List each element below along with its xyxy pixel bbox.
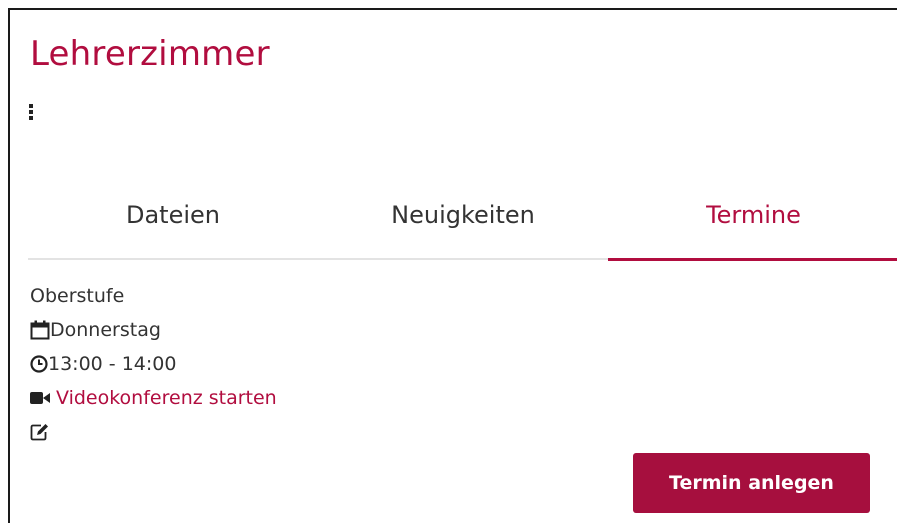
- more-options-icon[interactable]: [28, 104, 36, 124]
- tab-termine[interactable]: Termine: [608, 170, 897, 260]
- clock-icon: [30, 355, 48, 373]
- tab-neuigkeiten[interactable]: Neuigkeiten: [318, 170, 608, 260]
- active-tab-indicator: [608, 258, 897, 261]
- event-day: Donnerstag: [50, 319, 161, 341]
- edit-icon[interactable]: [30, 423, 50, 441]
- video-conference-link[interactable]: Videokonferenz starten: [56, 387, 277, 409]
- page-title: Lehrerzimmer: [30, 34, 270, 74]
- create-appointment-button[interactable]: Termin anlegen: [633, 453, 870, 513]
- tab-dateien[interactable]: Dateien: [28, 170, 318, 260]
- panel: Lehrerzimmer Dateien Neuigkeiten Termine…: [8, 8, 897, 523]
- tab-bar: Dateien Neuigkeiten Termine: [28, 170, 897, 262]
- event-entry: Oberstufe Donnerstag 13:00 - 14:00 Video…: [30, 279, 277, 449]
- video-camera-icon: [30, 392, 50, 404]
- calendar-icon: [30, 320, 50, 340]
- event-time: 13:00 - 14:00: [48, 353, 177, 375]
- event-name: Oberstufe: [30, 285, 125, 307]
